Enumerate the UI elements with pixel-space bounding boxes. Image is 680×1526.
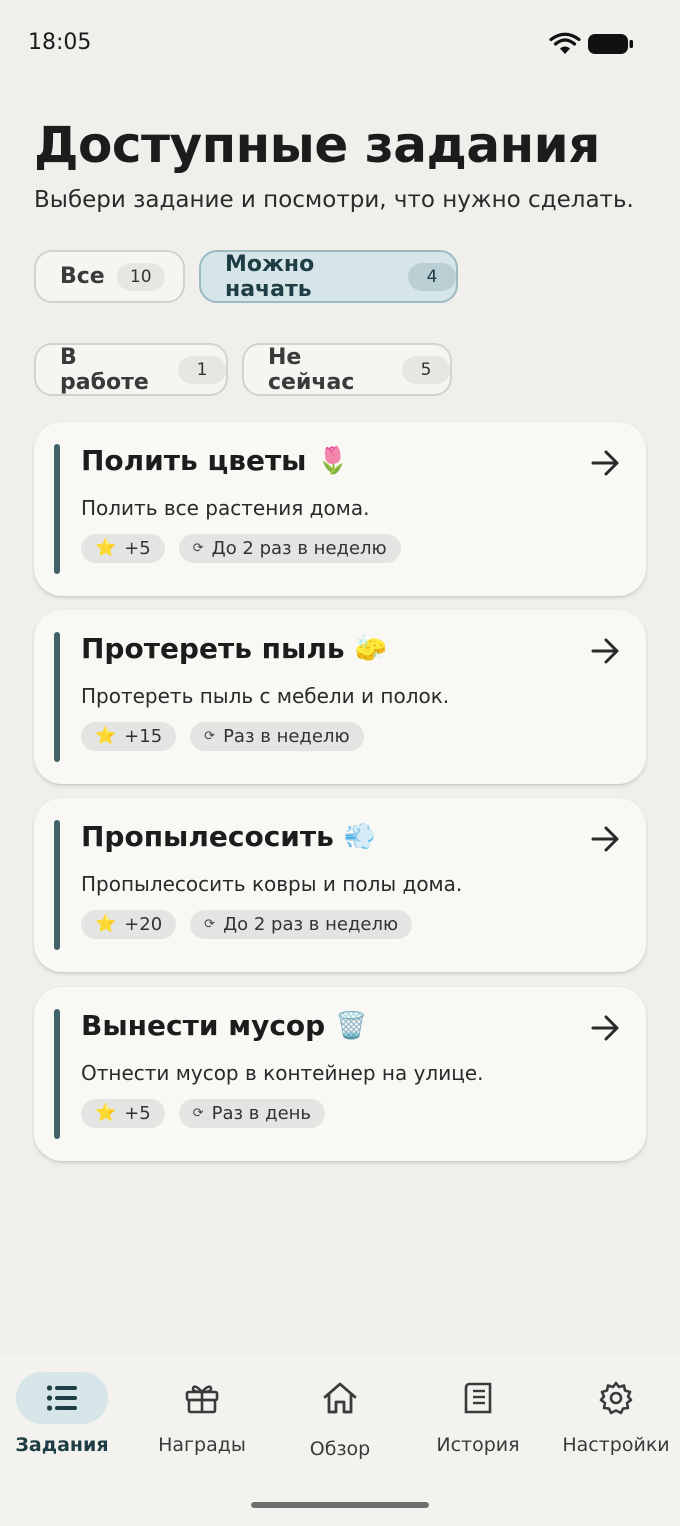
status-bar: 18:05 (0, 0, 680, 88)
task-title: Вынести мусор 🗑️ (81, 1009, 368, 1042)
task-card-water-flowers[interactable]: Полить цветы 🌷 Полить все растения дома.… (34, 422, 646, 596)
star-icon: ⭐ (95, 914, 117, 934)
nav-item-overview[interactable]: Обзор (272, 1372, 408, 1472)
tulip-icon: 🌷 (316, 445, 349, 476)
status-time: 18:05 (28, 30, 92, 55)
repeat-icon: ⟳ (192, 541, 204, 556)
points-badge: ⭐ +15 (81, 722, 177, 751)
nav-icon-container (570, 1372, 662, 1424)
filter-chip-count: 10 (116, 262, 165, 291)
task-card-vacuum[interactable]: Пропылесосить 💨 Пропылесосить ковры и по… (34, 798, 646, 972)
filter-chip-can-start[interactable]: Можно начать 4 (199, 250, 458, 303)
frequency-value: Раз в неделю (223, 726, 350, 747)
nav-item-tasks[interactable]: Задания (0, 1372, 130, 1472)
dash-wind-icon: 💨 (343, 821, 377, 852)
task-description: Пропылесосить ковры и полы дома. (81, 872, 463, 896)
trash-can-icon: 🗑️ (335, 1010, 368, 1041)
frequency-value: Раз в день (211, 1103, 312, 1124)
nav-icon-container (16, 1372, 108, 1424)
nav-label: История (436, 1434, 520, 1456)
task-card-dust[interactable]: Протереть пыль 🧽 Протереть пыль с мебели… (34, 610, 646, 784)
filter-chip-label: Все (60, 264, 105, 289)
nav-item-rewards[interactable]: Награды (134, 1372, 270, 1472)
arrow-right-icon[interactable] (590, 1013, 622, 1043)
task-title-text: Пропылесосить (81, 820, 334, 853)
list-icon (46, 1385, 77, 1411)
points-value: +20 (124, 914, 163, 935)
battery-icon (588, 34, 633, 54)
page-subtitle: Выбери задание и посмотри, что нужно сде… (34, 187, 634, 213)
filter-chip-label: Можно начать (225, 251, 315, 302)
nav-icon-container (156, 1372, 248, 1424)
repeat-icon: ⟳ (204, 729, 216, 744)
frequency-badge: ⟳ Раз в неделю (190, 722, 364, 751)
task-title-text: Протереть пыль (81, 632, 345, 665)
points-value: +15 (124, 726, 163, 747)
points-badge: ⭐ +5 (81, 534, 165, 563)
task-title: Пропылесосить 💨 (81, 820, 376, 853)
nav-label: Настройки (562, 1434, 670, 1456)
star-icon: ⭐ (95, 726, 117, 746)
task-title: Протереть пыль 🧽 (81, 632, 387, 665)
points-value: +5 (124, 538, 151, 559)
task-badges: ⭐ +20 ⟳ До 2 раз в неделю (81, 910, 413, 939)
arrow-right-icon[interactable] (590, 448, 622, 478)
task-badges: ⭐ +15 ⟳ Раз в неделю (81, 722, 364, 751)
arrow-right-icon[interactable] (590, 636, 622, 666)
task-title-text: Полить цветы (81, 444, 307, 477)
repeat-icon: ⟳ (192, 1106, 204, 1121)
nav-icon-container (432, 1372, 524, 1424)
star-icon: ⭐ (95, 538, 117, 558)
nav-label: Обзор (309, 1438, 371, 1460)
gift-icon (185, 1385, 219, 1414)
repeat-icon: ⟳ (204, 917, 216, 932)
filter-chip-all[interactable]: Все 10 (34, 250, 185, 303)
filter-chip-in-progress[interactable]: В работе 1 (34, 343, 228, 396)
card-accent-bar (54, 1009, 60, 1139)
points-badge: ⭐ +5 (81, 1099, 165, 1128)
nav-label: Задания (15, 1434, 109, 1456)
history-icon (464, 1382, 492, 1414)
nav-item-settings[interactable]: Настройки (548, 1372, 680, 1472)
arrow-right-icon[interactable] (590, 824, 622, 854)
page-title: Доступные задания (34, 116, 600, 174)
task-badges: ⭐ +5 ⟳ Раз в день (81, 1099, 326, 1128)
points-value: +5 (124, 1103, 151, 1124)
star-icon: ⭐ (95, 1103, 117, 1123)
filter-chip-count: 4 (408, 262, 456, 291)
home-indicator[interactable] (251, 1502, 429, 1508)
card-accent-bar (54, 444, 60, 574)
frequency-badge: ⟳ Раз в день (178, 1099, 326, 1128)
home-icon (323, 1382, 357, 1414)
nav-icon-container (294, 1372, 386, 1424)
task-description: Протереть пыль с мебели и полок. (81, 684, 450, 708)
gear-icon (599, 1381, 633, 1415)
nav-label: Награды (158, 1434, 246, 1456)
wifi-icon (549, 32, 581, 54)
sponge-icon: 🧽 (354, 633, 387, 664)
frequency-value: До 2 раз в неделю (223, 914, 399, 935)
task-card-trash[interactable]: Вынести мусор 🗑️ Отнести мусор в контейн… (34, 987, 646, 1161)
points-badge: ⭐ +20 (81, 910, 177, 939)
card-accent-bar (54, 820, 60, 950)
task-title-text: Вынести мусор (81, 1009, 326, 1042)
filter-chip-label: Не сейчас (268, 344, 355, 395)
bottom-nav: Задания Награды Обзор История Настройки (0, 1354, 680, 1526)
task-title: Полить цветы 🌷 (81, 444, 349, 477)
filter-chip-count: 5 (402, 355, 450, 384)
frequency-badge: ⟳ До 2 раз в неделю (178, 534, 401, 563)
filter-chip-label: В работе (60, 344, 149, 395)
app-screen: 18:05 Доступные задания Выбери задание и… (0, 0, 680, 1526)
frequency-badge: ⟳ До 2 раз в неделю (190, 910, 413, 939)
filter-chip-not-now[interactable]: Не сейчас 5 (242, 343, 452, 396)
task-description: Полить все растения дома. (81, 496, 370, 520)
task-description: Отнести мусор в контейнер на улице. (81, 1061, 484, 1085)
task-badges: ⭐ +5 ⟳ До 2 раз в неделю (81, 534, 401, 563)
filter-chip-count: 1 (178, 355, 226, 384)
frequency-value: До 2 раз в неделю (211, 538, 387, 559)
nav-item-history[interactable]: История (410, 1372, 546, 1472)
card-accent-bar (54, 632, 60, 762)
